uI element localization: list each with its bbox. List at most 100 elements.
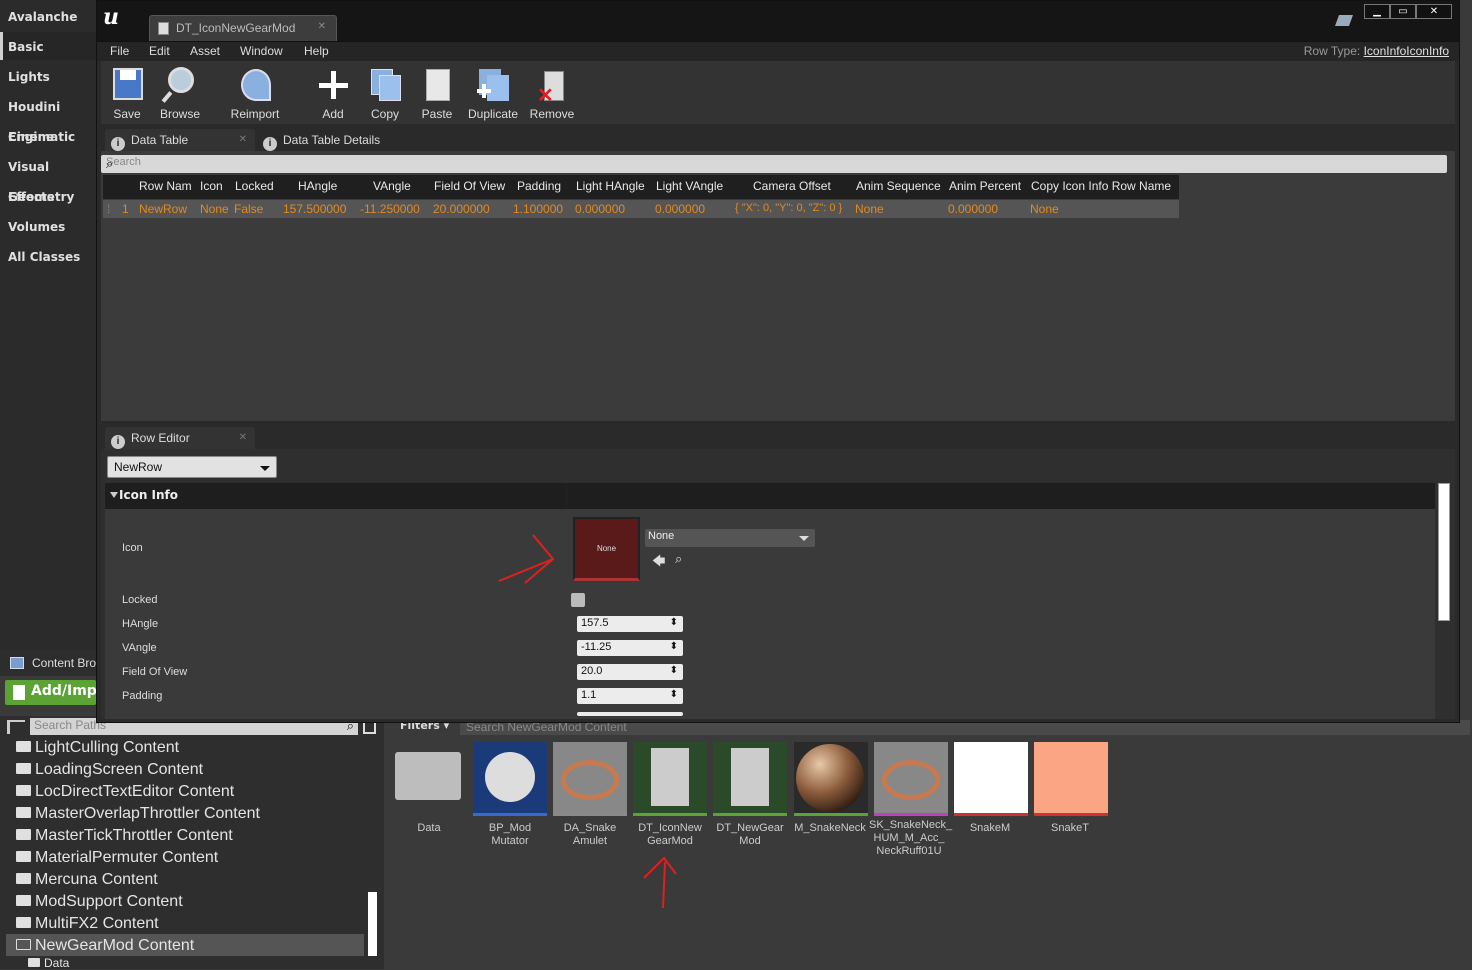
reimport-button[interactable]: Reimport: [227, 63, 283, 123]
close-tab-icon[interactable]: ✕: [318, 21, 326, 32]
field-of-view-field[interactable]: 20.0 ⬍: [577, 664, 683, 680]
browse-search-icon[interactable]: ⌕: [675, 552, 682, 567]
row-editor-scrollbar[interactable]: [1438, 483, 1450, 621]
data-table-thumbnail[interactable]: [633, 742, 707, 816]
remove-button[interactable]: ✕ Remove: [529, 63, 575, 123]
close-tab-icon[interactable]: ✕: [239, 427, 247, 449]
folder-item[interactable]: LoadingScreen Content: [16, 761, 203, 779]
folder-thumbnail[interactable]: [395, 752, 461, 800]
table-cell: None: [1030, 202, 1059, 216]
annotation-arrow: [643, 856, 677, 909]
tab-data-table[interactable]: i Data Table ✕: [105, 129, 255, 151]
column-header[interactable]: Icon: [200, 179, 223, 193]
column-header[interactable]: Anim Percent: [949, 179, 1021, 193]
column-header[interactable]: Field Of View: [434, 179, 505, 193]
blueprint-thumbnail[interactable]: [473, 742, 547, 816]
menu-asset[interactable]: Asset: [190, 44, 220, 58]
mode-geometry[interactable]: Geometry: [0, 182, 96, 210]
mode-cinematic[interactable]: Cinematic: [0, 122, 96, 150]
column-header[interactable]: Locked: [235, 179, 274, 193]
column-header[interactable]: Light VAngle: [656, 179, 723, 193]
tree-view-icon[interactable]: [7, 720, 25, 734]
mode-houdini-engine[interactable]: Houdini Engine: [0, 92, 96, 144]
folder-item[interactable]: Mercuna Content: [16, 871, 158, 889]
data-table-thumbnail[interactable]: [713, 742, 787, 816]
table-cell: None: [200, 202, 229, 216]
browse-button[interactable]: Browse: [157, 63, 203, 123]
mode-volumes[interactable]: Volumes: [0, 212, 96, 240]
duplicate-button[interactable]: Duplicate: [465, 63, 521, 123]
tab-row-editor[interactable]: i Row Editor ✕: [105, 427, 255, 449]
folder-item[interactable]: Data: [28, 956, 69, 970]
mode-lights[interactable]: Lights: [0, 62, 96, 90]
minimize-button[interactable]: ▁: [1364, 4, 1390, 19]
drag-handle-icon[interactable]: ⁞: [107, 202, 110, 216]
folder-item[interactable]: MultiFX2 Content: [16, 915, 159, 933]
skeletal-mesh-thumbnail[interactable]: [874, 742, 948, 816]
close-button[interactable]: ✕: [1416, 4, 1452, 19]
folder-item[interactable]: LightCulling Content: [16, 739, 179, 757]
texture-thumbnail[interactable]: [1034, 742, 1108, 816]
trash-icon: ✕: [534, 65, 570, 107]
help-icon[interactable]: [1334, 15, 1354, 26]
asset-picker-dropdown[interactable]: None: [645, 529, 815, 547]
column-header[interactable]: Copy Icon Info Row Name: [1031, 179, 1171, 193]
column-header[interactable]: HAngle: [298, 179, 337, 193]
padding-field[interactable]: 1.1 ⬍: [577, 688, 683, 704]
icon-thumbnail[interactable]: None: [573, 517, 640, 581]
column-header[interactable]: Padding: [517, 179, 561, 193]
spin-arrows-icon: ⬍: [669, 641, 678, 652]
info-icon: i: [263, 137, 277, 151]
chevron-down-icon: [799, 536, 809, 541]
column-header[interactable]: VAngle: [373, 179, 411, 193]
menu-window[interactable]: Window: [240, 44, 283, 58]
folder-item[interactable]: MasterTickThrottler Content: [16, 827, 233, 845]
maximize-button[interactable]: ▭: [1390, 4, 1416, 19]
column-header[interactable]: Row Nam: [139, 179, 192, 193]
folder-item[interactable]: MaterialPermuter Content: [16, 849, 218, 867]
save-button[interactable]: Save: [107, 63, 147, 123]
row-type-link[interactable]: IconInfoIconInfo: [1364, 44, 1449, 58]
column-header[interactable]: Camera Offset: [753, 179, 831, 193]
hangle-field[interactable]: 157.5 ⬍: [577, 616, 683, 632]
folder-item[interactable]: LocDirectTextEditor Content: [16, 783, 234, 801]
close-tab-icon[interactable]: ✕: [239, 129, 247, 151]
folder-item-selected[interactable]: NewGearMod Content: [16, 937, 194, 955]
menu-help[interactable]: Help: [304, 44, 329, 58]
document-tab[interactable]: DT_IconNewGearMod ✕: [149, 15, 337, 41]
folder-item[interactable]: ModSupport Content: [16, 893, 183, 911]
mode-basic[interactable]: Basic: [0, 32, 96, 60]
row-selector-dropdown[interactable]: NewRow: [107, 456, 277, 478]
tab-data-table-details[interactable]: i Data Table Details: [257, 129, 401, 151]
spin-arrows-icon: ⬍: [669, 665, 678, 676]
vangle-field[interactable]: -11.25 ⬍: [577, 640, 683, 656]
menu-edit[interactable]: Edit: [149, 44, 170, 58]
category-title: Icon Info: [119, 488, 179, 502]
mode-visual-effects[interactable]: Visual Effects: [0, 152, 96, 204]
use-selected-arrow-icon[interactable]: 🡄: [652, 552, 665, 574]
property-label: Padding: [122, 690, 163, 702]
material-thumbnail[interactable]: [794, 742, 868, 816]
table-search-input[interactable]: Search ⌕: [101, 155, 1447, 173]
table-cell: 20.000000: [433, 202, 490, 216]
folder-item[interactable]: MasterOverlapThrottler Content: [16, 805, 260, 823]
category-header[interactable]: Icon Info: [105, 483, 1435, 509]
sources-scrollbar[interactable]: [368, 892, 377, 956]
data-asset-thumbnail[interactable]: [553, 742, 627, 816]
add-import-button[interactable]: Add/Import: [5, 680, 96, 705]
menu-file[interactable]: File: [110, 44, 129, 58]
copy-button[interactable]: Copy: [365, 63, 405, 123]
paste-button[interactable]: Paste: [417, 63, 457, 123]
add-button[interactable]: Add: [313, 63, 353, 123]
next-field[interactable]: [577, 712, 683, 716]
info-icon: i: [111, 137, 125, 151]
table-row[interactable]: ⁞ 1 NewRow None False 157.500000 -11.250…: [103, 200, 1179, 218]
mode-avalanche[interactable]: Avalanche: [0, 2, 96, 30]
column-header[interactable]: Light HAngle: [576, 179, 645, 193]
mode-all-classes[interactable]: All Classes: [0, 242, 96, 270]
content-browser-tab[interactable]: Content Browser: [0, 650, 121, 676]
column-header[interactable]: Anim Sequence: [856, 179, 941, 193]
locked-checkbox[interactable]: [571, 593, 585, 607]
texture-thumbnail[interactable]: [954, 742, 1028, 816]
add-import-label: Add/Import: [31, 683, 96, 699]
